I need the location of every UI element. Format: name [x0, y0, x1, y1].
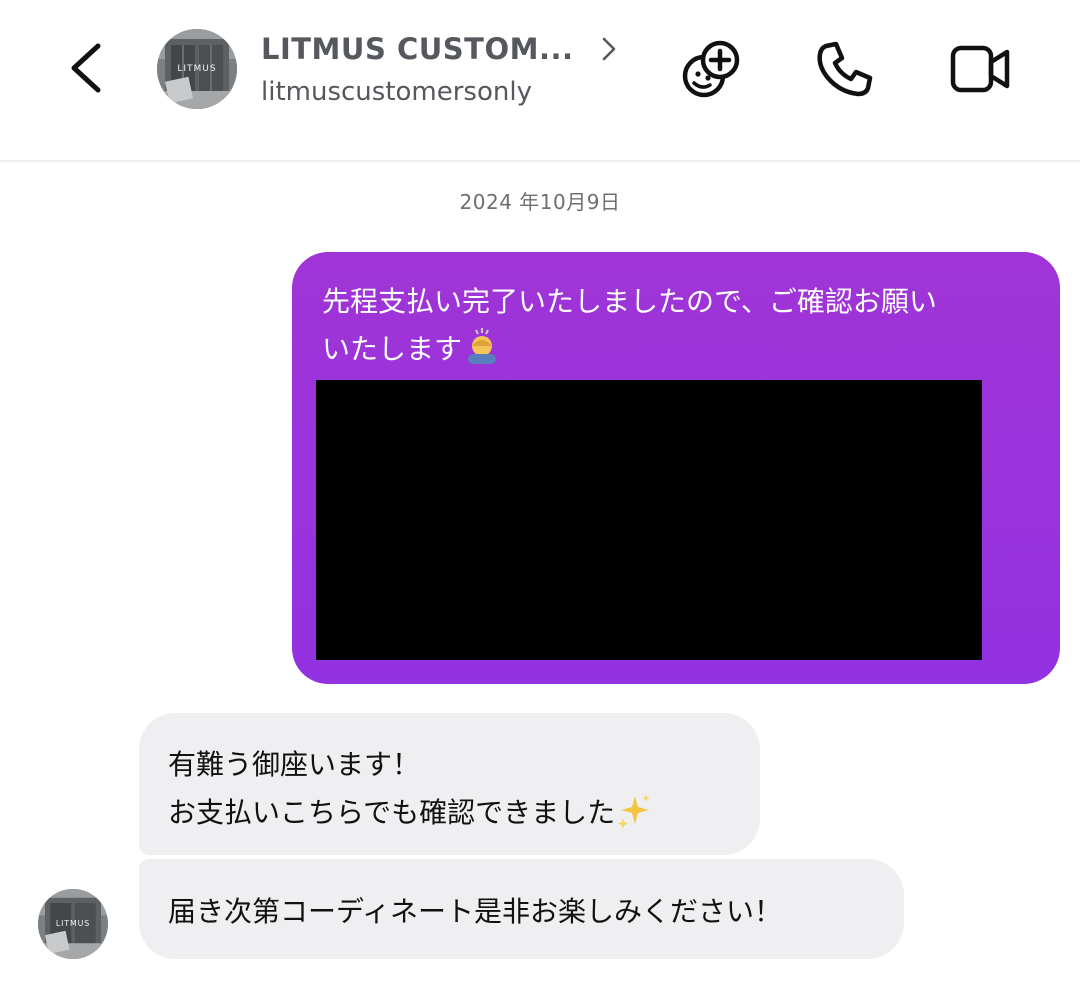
incoming-message-bubble-2[interactable]: 届き次第コーディネート是非お楽しみください！ — [139, 859, 904, 959]
outgoing-message-line-text: いたします — [322, 332, 463, 366]
outgoing-message-bubble[interactable]: 先程支払い完了いたしましたので、ご確認お願い いたします — [292, 252, 1060, 684]
incoming-message-line-2: お支払いこちらでも確認できました — [168, 791, 653, 837]
outgoing-message-text: 先程支払い完了いたしましたので、ご確認お願い いたします — [322, 280, 1042, 377]
video-call-button[interactable] — [949, 38, 1011, 100]
date-separator: 2024 年10月9日 — [459, 190, 621, 214]
sparkles-emoji — [615, 792, 653, 837]
incoming-message-line-text: お支払いこちらでも確認できました — [168, 796, 616, 829]
outgoing-message-line-2: いたします — [322, 324, 1042, 377]
video-camera-icon — [950, 45, 1010, 93]
chevron-left-icon — [71, 43, 101, 93]
incoming-message-line: 届き次第コーディネート是非お楽しみください！ — [168, 895, 783, 928]
redacted-image-attachment[interactable] — [316, 380, 982, 660]
phone-icon — [817, 41, 873, 97]
storefront-photo: LITMUS — [157, 29, 237, 109]
profile-avatar[interactable]: LITMUS — [157, 29, 237, 109]
add-effects-button[interactable] — [680, 38, 742, 100]
add-effects-icon — [682, 40, 740, 98]
person-bowing-emoji — [462, 324, 502, 377]
sender-avatar[interactable]: LITMUS — [38, 889, 108, 959]
chevron-right-icon — [599, 36, 619, 62]
avatar-logo-text: LITMUS — [177, 64, 216, 74]
voice-call-button[interactable] — [814, 38, 876, 100]
outgoing-message-line: 先程支払い完了いたしましたので、ご確認お願い — [322, 285, 937, 318]
profile-info[interactable]: LITMUS CUSTOM... litmuscustomersonly — [261, 28, 641, 112]
profile-name: LITMUS CUSTOM... — [261, 32, 574, 66]
chat-header: LITMUS LITMUS CUSTOM... litmuscustomerso… — [0, 0, 1080, 162]
storefront-photo: LITMUS — [38, 889, 108, 959]
chat-screen: LITMUS LITMUS CUSTOM... litmuscustomerso… — [0, 0, 1080, 986]
avatar-logo-text: LITMUS — [56, 919, 90, 928]
incoming-message-line: 有難う御座います！ — [168, 748, 421, 781]
back-button[interactable] — [62, 38, 114, 98]
incoming-message-bubble[interactable]: 有難う御座います！ お支払いこちらでも確認できました — [139, 713, 760, 855]
profile-username: litmuscustomersonly — [261, 77, 532, 107]
